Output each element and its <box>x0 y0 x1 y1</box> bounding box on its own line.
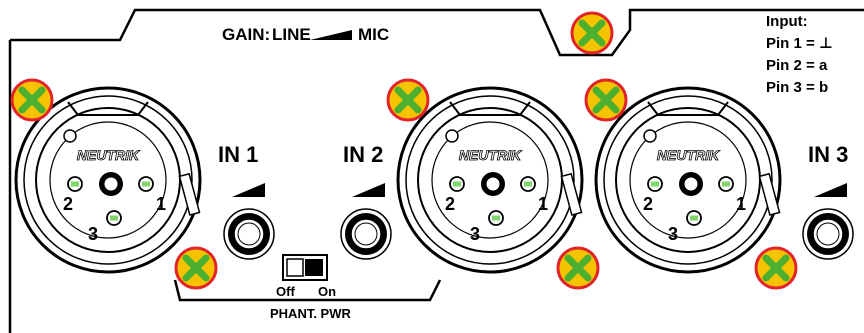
phantom-off-label: Off <box>276 284 295 299</box>
gain-line-label: LINE <box>272 25 311 44</box>
gain-mic-label: MIC <box>358 25 389 44</box>
gain-ramp-icon <box>310 30 352 40</box>
pin-label-3: 3 <box>88 224 98 244</box>
phantom-on-label: On <box>318 284 336 299</box>
pin-label-1: 1 <box>538 194 548 214</box>
input-label-in3: IN 3 <box>808 142 848 167</box>
pin-label-2: 2 <box>643 194 653 214</box>
gain-knob-in3[interactable] <box>802 208 854 260</box>
top-screw-icon <box>572 13 612 53</box>
gain-ramp-icon <box>352 183 385 197</box>
pin-label-3: 3 <box>668 224 678 244</box>
xlr-connector-in2[interactable]: NEUTRIK 2 1 3 <box>396 86 584 274</box>
pin-label-1: 1 <box>156 194 166 214</box>
screw-in3-top-icon <box>586 80 626 120</box>
pin-label-3: 3 <box>470 224 480 244</box>
pinout-pin3: Pin 3 = b <box>766 79 828 96</box>
gain-knob-in2[interactable] <box>340 208 392 260</box>
gain-ramp-icon <box>232 183 265 197</box>
pinout-title: Input: <box>766 13 808 30</box>
input-pinout-legend: Input: Pin 1 = ⊥ Pin 2 = a Pin 3 = b <box>766 13 833 96</box>
screw-in1-top-icon <box>12 80 52 120</box>
screw-in2-top-icon <box>388 80 428 120</box>
xlr-connector-in3[interactable]: NEUTRIK 2 1 3 <box>594 86 782 274</box>
rear-panel: GAIN: LINE MIC Input: Pin 1 = ⊥ Pin 2 = … <box>0 8 864 333</box>
pin-label-1: 1 <box>736 194 746 214</box>
neutrik-logo: NEUTRIK <box>657 147 720 163</box>
phantom-power-label: PHANT. PWR <box>270 306 352 321</box>
gain-ramp-icon <box>814 183 847 197</box>
input-label-in1: IN 1 <box>218 142 258 167</box>
phantom-power-switch[interactable] <box>282 254 328 281</box>
pinout-pin1: Pin 1 = ⊥ <box>766 35 833 52</box>
screw-in3-bottom-icon <box>756 248 796 288</box>
neutrik-logo: NEUTRIK <box>459 147 522 163</box>
screw-in1-bottom-icon <box>176 248 216 288</box>
input-label-in2: IN 2 <box>343 142 383 167</box>
pin-label-2: 2 <box>63 194 73 214</box>
pinout-pin2: Pin 2 = a <box>766 57 828 74</box>
gain-prefix: GAIN: <box>222 25 270 44</box>
screw-in2-bottom-icon <box>558 248 598 288</box>
gain-knob-in1[interactable] <box>223 208 275 260</box>
gain-legend: GAIN: LINE MIC <box>222 25 389 44</box>
neutrik-logo: NEUTRIK <box>77 147 140 163</box>
pin-label-2: 2 <box>445 194 455 214</box>
